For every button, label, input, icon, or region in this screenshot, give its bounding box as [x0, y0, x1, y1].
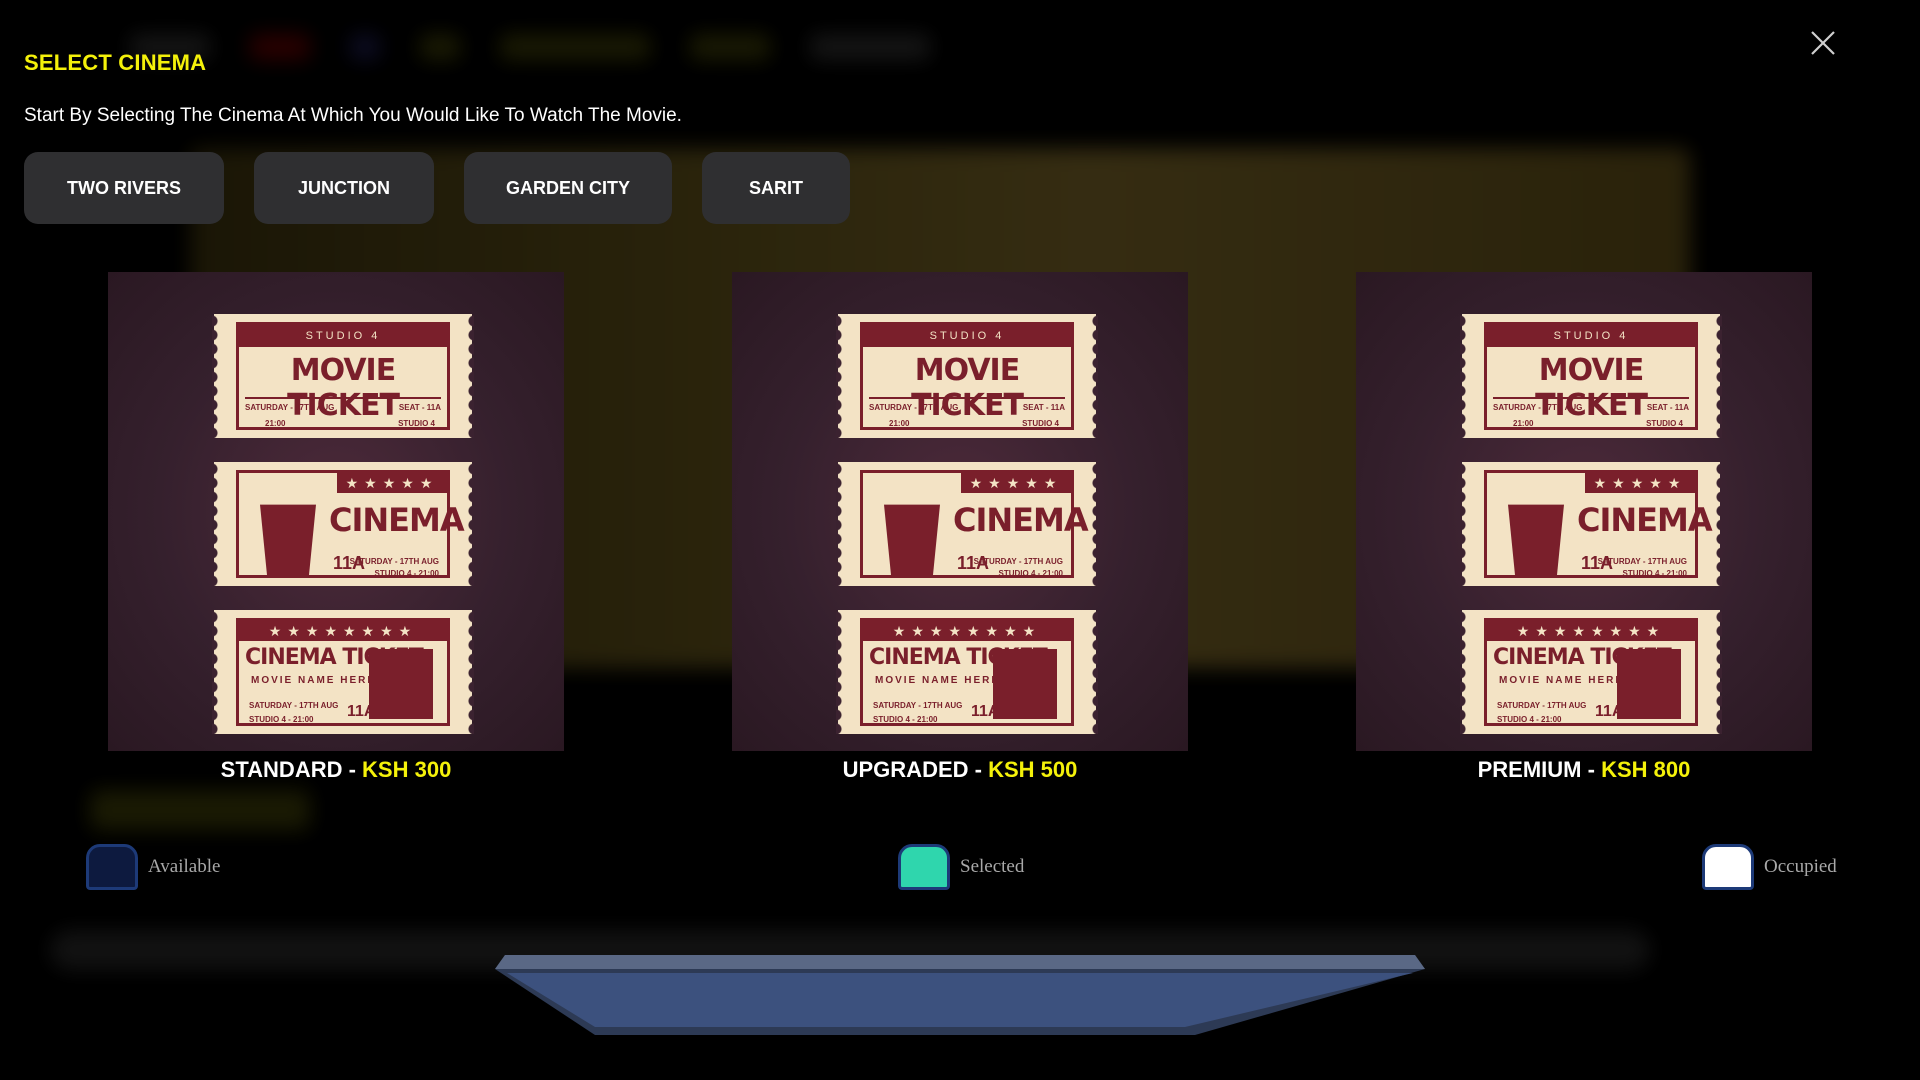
seat-available-icon [86, 844, 138, 890]
ticket-option-premium[interactable]: STUDIO 4 MOVIE TICKET SATURDAY - 17TH AU… [1356, 272, 1812, 783]
stub-movie-ticket: STUDIO 4 MOVIE TICKET SATURDAY - 17TH AU… [836, 314, 1096, 438]
ticket-option-upgraded[interactable]: STUDIO 4 MOVIE TICKET SATURDAY - 17TH AU… [732, 272, 1188, 783]
modal-title: SELECT CINEMA [24, 50, 207, 75]
cinema-tab-garden-city[interactable]: GARDEN CITY [464, 152, 672, 224]
select-cinema-modal: SELECT CINEMA Start By Selecting The Cin… [0, 0, 1920, 1080]
ticket-caption: STANDARD - KSH 300 [220, 757, 452, 782]
ticket-image: STUDIO 4 MOVIE TICKET SATURDAY - 17TH AU… [732, 272, 1188, 751]
ticket-tier: UPGRADED [842, 757, 969, 782]
cinema-screen [495, 955, 1425, 1035]
legend-occupied: Occupied [1702, 844, 1837, 890]
ticket-price: KSH 500 [988, 757, 1078, 782]
legend-selected: Selected [898, 844, 1024, 890]
ticket-price: KSH 300 [362, 757, 452, 782]
close-button[interactable] [1808, 28, 1838, 58]
close-icon [1811, 31, 1835, 55]
seat-occupied-icon [1702, 844, 1754, 890]
stub-movie-ticket: STUDIO 4 MOVIE TICKET SATURDAY - 17TH AU… [212, 314, 472, 438]
stub-cinema-ticket: ★★★★★★★★ CINEMA TICKET MOVIE NAME HERE S… [1460, 610, 1720, 734]
popcorn-icon [1508, 504, 1564, 575]
cinema-tabs: TWO RIVERS JUNCTION GARDEN CITY SARIT [24, 152, 850, 224]
stub-cinema: ★★★★★ CINEMA 11A SATURDAY - 17TH AUG STU… [1460, 462, 1720, 586]
stub-cinema-ticket: ★★★★★★★★ CINEMA TICKET MOVIE NAME HERE S… [212, 610, 472, 734]
ticket-tier: STANDARD [220, 757, 343, 782]
ticket-caption: UPGRADED - KSH 500 [842, 757, 1078, 782]
popcorn-icon [884, 504, 940, 575]
stub-movie-ticket: STUDIO 4 MOVIE TICKET SATURDAY - 17TH AU… [1460, 314, 1720, 438]
cinema-tab-sarit[interactable]: SARIT [702, 152, 850, 224]
ticket-option-standard[interactable]: STUDIO 4 MOVIE TICKET SATURDAY - 17TH AU… [108, 272, 564, 783]
cinema-tab-junction[interactable]: JUNCTION [254, 152, 434, 224]
ticket-price: KSH 800 [1601, 757, 1691, 782]
stub-cinema: ★★★★★ CINEMA 11A SATURDAY - 17TH AUG STU… [212, 462, 472, 586]
popcorn-icon [260, 504, 316, 575]
seat-legend: Available Selected Occupied [0, 844, 1920, 890]
ticket-image: STUDIO 4 MOVIE TICKET SATURDAY - 17TH AU… [1356, 272, 1812, 751]
modal-subtitle: Start By Selecting The Cinema At Which Y… [24, 105, 682, 126]
clapperboard-icon [1617, 649, 1681, 719]
ticket-caption: PREMIUM - KSH 800 [1477, 757, 1691, 782]
seat-selected-icon [898, 844, 950, 890]
clapperboard-icon [993, 649, 1057, 719]
ticket-tier: PREMIUM [1477, 757, 1582, 782]
clapperboard-icon [369, 649, 433, 719]
legend-available: Available [86, 844, 220, 890]
cinema-tab-two-rivers[interactable]: TWO RIVERS [24, 152, 224, 224]
stub-cinema-ticket: ★★★★★★★★ CINEMA TICKET MOVIE NAME HERE S… [836, 610, 1096, 734]
stub-cinema: ★★★★★ CINEMA 11A SATURDAY - 17TH AUG STU… [836, 462, 1096, 586]
ticket-image: STUDIO 4 MOVIE TICKET SATURDAY - 17TH AU… [108, 272, 564, 751]
